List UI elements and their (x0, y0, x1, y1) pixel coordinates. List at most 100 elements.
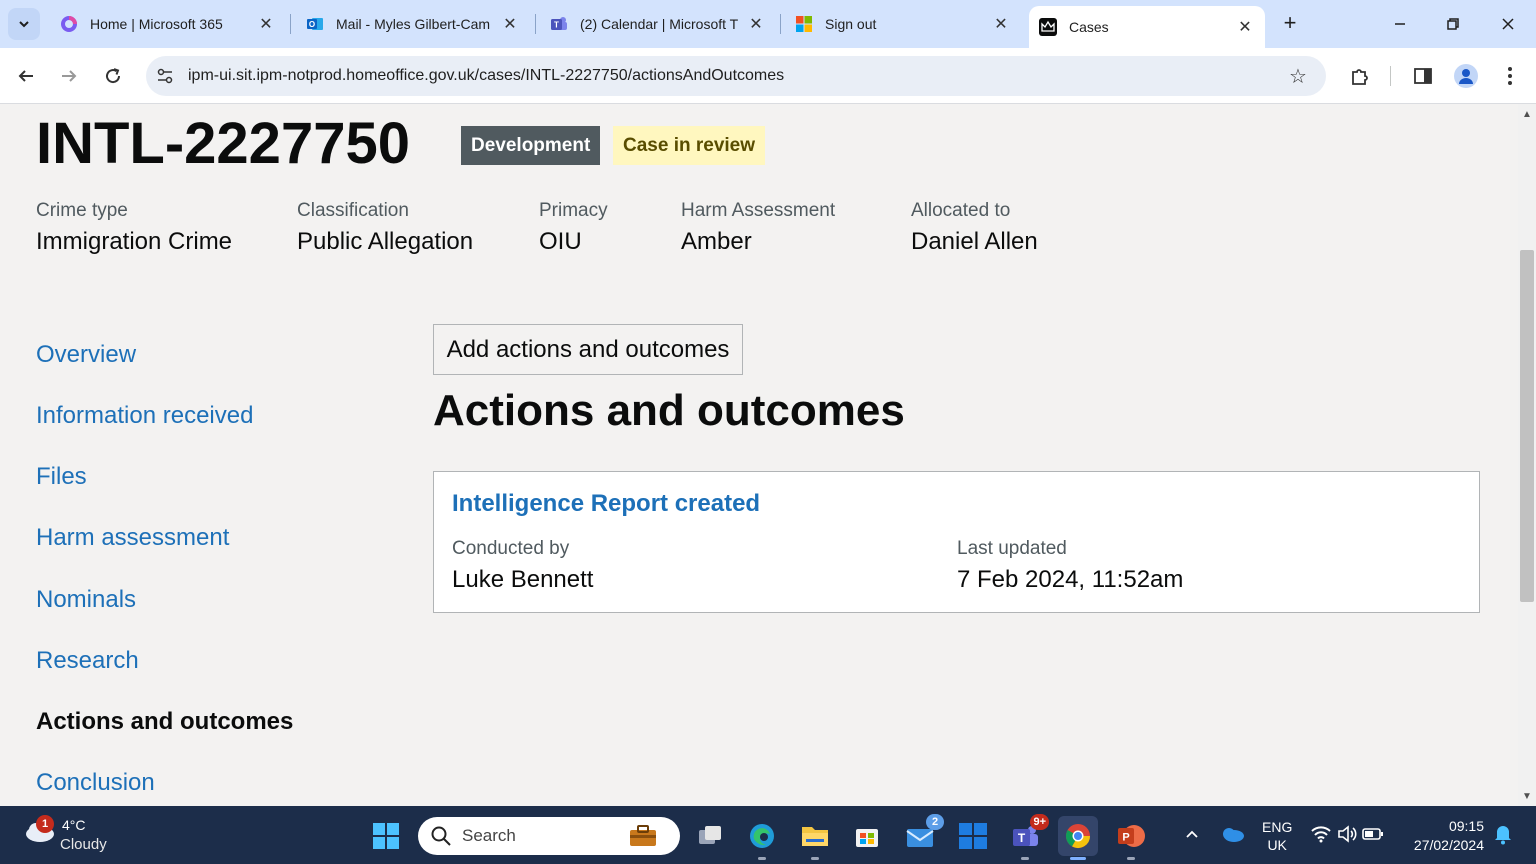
wifi-icon (1311, 826, 1331, 843)
teams-icon: T (551, 17, 567, 30)
meta-value: OIU (539, 228, 582, 255)
taskbar-windows-app[interactable] (953, 816, 993, 856)
forward-button[interactable] (53, 60, 85, 92)
nav-actions-and-outcomes[interactable]: Actions and outcomes (36, 708, 293, 736)
more-menu-icon[interactable] (1496, 62, 1524, 90)
back-button[interactable] (10, 60, 42, 92)
meta-label: Classification (297, 200, 409, 221)
running-indicator (1127, 857, 1135, 860)
site-settings-icon[interactable] (154, 65, 176, 87)
new-tab-button[interactable]: + (1278, 12, 1302, 36)
meta-label: Harm Assessment (681, 200, 836, 221)
taskbar-file-explorer[interactable] (795, 816, 835, 860)
meta-harm-assessment: Harm Assessment Amber (681, 200, 835, 256)
nav-conclusion[interactable]: Conclusion (36, 769, 155, 797)
taskbar-chrome[interactable] (1058, 816, 1098, 860)
nav-nominals[interactable]: Nominals (36, 586, 136, 614)
action-title-link[interactable]: Intelligence Report created (452, 490, 760, 518)
meta-crime-type: Crime type Immigration Crime (36, 200, 232, 256)
reload-icon (106, 68, 121, 84)
scroll-down-arrow-icon[interactable]: ▼ (1522, 792, 1532, 802)
tab-separator (780, 14, 781, 34)
quick-settings-button[interactable] (1310, 822, 1384, 846)
close-icon[interactable]: ✕ (991, 14, 1011, 34)
taskbar-search-box[interactable]: Search (418, 817, 680, 855)
restore-button[interactable] (1433, 8, 1473, 40)
input-language-indicator[interactable]: ENG UK (1262, 818, 1292, 854)
conducted-by-label: Conducted by (452, 538, 570, 559)
start-button[interactable] (366, 816, 406, 856)
extensions-icon[interactable] (1346, 62, 1374, 90)
notifications-button[interactable] (1492, 822, 1514, 846)
last-updated-value: 7 Feb 2024, 11:52am (957, 566, 1184, 593)
tab-microsoft-365[interactable]: Home | Microsoft 365 ✕ (50, 6, 286, 42)
scroll-thumb[interactable] (1520, 250, 1534, 602)
taskbar-mail[interactable]: 2 (900, 814, 944, 856)
search-placeholder: Search (462, 826, 516, 845)
show-hidden-icons-button[interactable] (1182, 824, 1202, 844)
add-actions-and-outcomes-button[interactable]: Add actions and outcomes (433, 324, 743, 375)
scroll-up-arrow-icon[interactable]: ▲ (1522, 110, 1532, 120)
reload-button[interactable] (97, 60, 129, 92)
tab-cases[interactable]: Cases ✕ (1029, 6, 1265, 48)
tab-calendar[interactable]: T (2) Calendar | Microsoft T ✕ (540, 6, 776, 42)
bell-icon (1495, 826, 1511, 845)
taskbar-powerpoint[interactable]: P (1111, 816, 1151, 860)
page-title: Actions and outcomes (433, 386, 905, 435)
nav-overview[interactable]: Overview (36, 341, 136, 369)
volume-icon (1338, 825, 1357, 843)
folder-icon (802, 827, 828, 846)
onedrive-button[interactable] (1218, 822, 1246, 846)
close-window-button[interactable] (1488, 8, 1528, 40)
page-content: INTL-2227750 Development Case in review … (0, 104, 1518, 806)
toolbar-separator (1390, 66, 1391, 86)
taskbar-edge[interactable] (742, 816, 782, 860)
taskbar-store[interactable] (847, 816, 887, 856)
nav-information-received[interactable]: Information received (36, 402, 253, 430)
close-icon[interactable]: ✕ (500, 14, 520, 34)
weather-condition: Cloudy (60, 836, 107, 853)
meta-classification: Classification Public Allegation (297, 200, 473, 256)
clock-time: 09:15 (1448, 818, 1484, 834)
status-tag: Case in review (613, 126, 766, 165)
svg-text:P: P (1122, 832, 1129, 844)
keyboard-layout: UK (1267, 837, 1287, 853)
browser-tab-strip: Home | Microsoft 365 ✕ O Mail - Myles Gi… (0, 0, 1536, 48)
tab-sign-out[interactable]: Sign out ✕ (785, 6, 1021, 42)
address-bar[interactable]: ipm-ui.sit.ipm-notprod.homeoffice.gov.uk… (146, 56, 1326, 96)
microsoft-logo-icon (796, 16, 812, 32)
last-updated-label: Last updated (957, 538, 1067, 559)
nav-files[interactable]: Files (36, 463, 87, 491)
arrow-right-icon (62, 70, 77, 82)
weather-alert-badge: 1 (36, 815, 54, 833)
close-icon[interactable]: ✕ (256, 14, 276, 34)
conducted-by-value: Luke Bennett (452, 566, 594, 593)
chevron-up-icon (1186, 830, 1198, 838)
store-icon (856, 829, 878, 847)
profile-avatar-icon[interactable] (1452, 62, 1480, 90)
nav-research[interactable]: Research (36, 647, 139, 675)
minimize-button[interactable] (1380, 8, 1420, 40)
running-indicator (1070, 857, 1086, 860)
weather-temperature: 4°C (62, 817, 86, 833)
side-panel-icon[interactable] (1409, 62, 1437, 90)
search-icon (431, 826, 451, 846)
page-scrollbar[interactable]: ▲ ▼ (1518, 104, 1536, 806)
tab-search-button[interactable] (8, 8, 40, 40)
task-view-button[interactable] (690, 816, 730, 856)
outlook-icon: O (307, 18, 323, 30)
clock-date: 27/02/2024 (1413, 837, 1484, 853)
briefcase-icon (630, 825, 656, 846)
bookmark-star-icon[interactable]: ☆ (1286, 64, 1310, 88)
clock[interactable]: 09:15 27/02/2024 (1404, 817, 1484, 855)
powerpoint-icon: P (1118, 825, 1145, 847)
chevron-down-icon (19, 21, 29, 28)
windows-tiles-icon (959, 823, 987, 849)
taskbar-teams[interactable]: T 9+ (1005, 814, 1049, 860)
onedrive-cloud-icon (1223, 828, 1244, 842)
close-icon[interactable]: ✕ (746, 14, 766, 34)
tab-label: Sign out (825, 16, 877, 32)
nav-harm-assessment[interactable]: Harm assessment (36, 524, 229, 552)
tab-mail[interactable]: O Mail - Myles Gilbert-Cam ✕ (296, 6, 530, 42)
close-icon[interactable]: ✕ (1235, 17, 1255, 37)
